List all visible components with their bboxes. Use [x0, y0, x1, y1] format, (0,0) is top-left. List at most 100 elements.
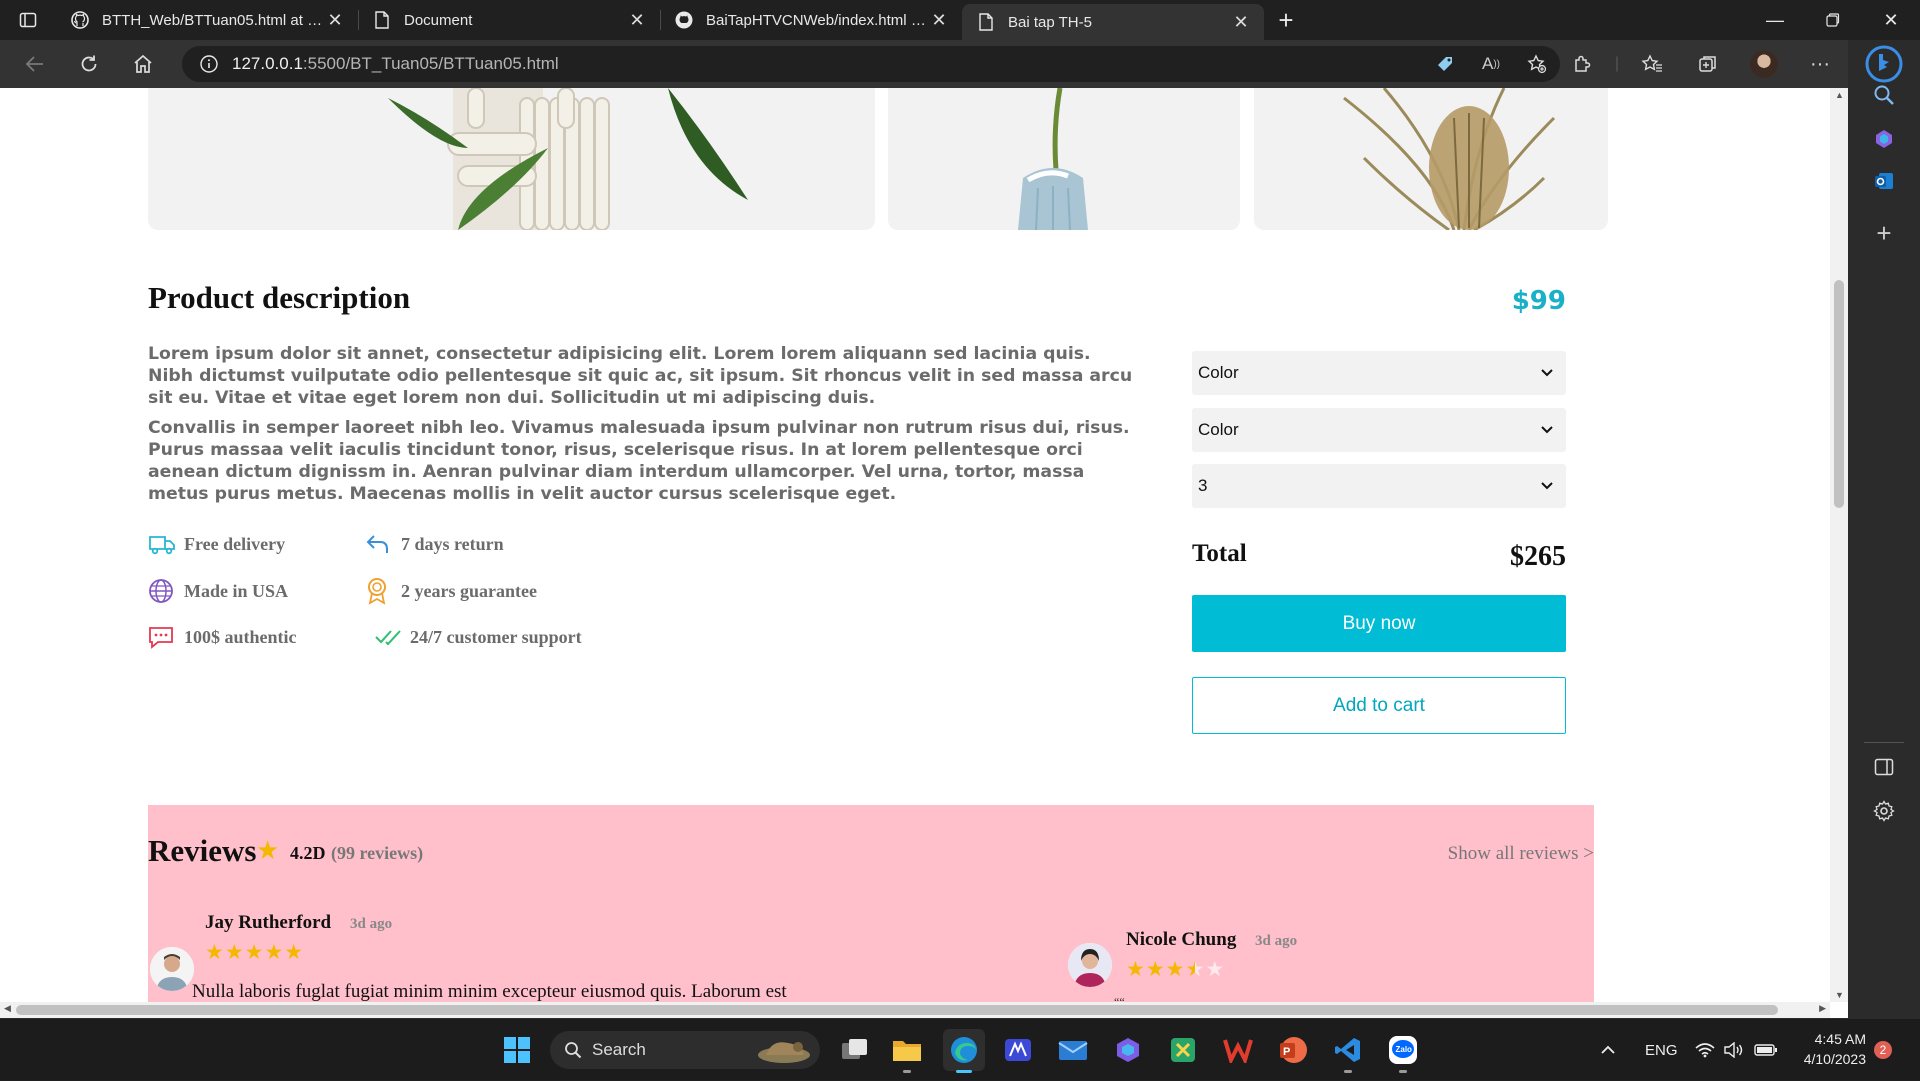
product-image-large[interactable] [148, 88, 875, 230]
tab-title: BTTH_Web/BTTuan05.html at main [102, 11, 324, 29]
feature-free-delivery: Free delivery [148, 530, 285, 558]
home-icon[interactable] [116, 40, 170, 88]
reviews-section: Reviews ★ 4.2D (99 reviews) Show all rev… [148, 805, 1594, 1018]
vertical-scrollbar[interactable]: ▲ ▼ [1830, 88, 1848, 1002]
svg-text:Zalo: Zalo [1396, 1045, 1413, 1054]
window-controls: — ✕ [1746, 0, 1920, 40]
page-icon [976, 12, 996, 32]
review-time: 3d ago [350, 916, 393, 932]
edge-browser-icon[interactable] [943, 1029, 985, 1073]
tab-actions-icon[interactable] [0, 0, 56, 40]
copilot-taskbar-icon[interactable] [1107, 1029, 1149, 1071]
scrollbar-thumb[interactable] [1834, 280, 1844, 508]
file-explorer-icon[interactable] [886, 1029, 928, 1073]
browser-tab-1[interactable]: BTTH_Web/BTTuan05.html at main ✕ [56, 0, 358, 40]
restore-icon[interactable] [1804, 0, 1862, 40]
search-icon [564, 1041, 582, 1059]
star-icon: ★ [256, 835, 280, 865]
tab-title: Document [404, 11, 473, 29]
read-aloud-icon[interactable]: A)) [1468, 54, 1514, 74]
zalo-icon[interactable]: Zalo [1382, 1029, 1424, 1073]
quantity-select[interactable]: 3 [1192, 464, 1566, 508]
battery-icon[interactable] [1754, 1019, 1778, 1081]
color-select-2[interactable]: Color [1192, 408, 1566, 452]
mail-icon[interactable] [1052, 1029, 1094, 1071]
collections-icon[interactable] [1680, 54, 1736, 74]
volume-icon[interactable] [1724, 1019, 1744, 1081]
close-tab-icon[interactable]: ✕ [928, 10, 950, 31]
back-icon[interactable] [8, 40, 62, 88]
browser-tab-2[interactable]: Document ✕ [358, 0, 660, 40]
shopping-tag-icon[interactable] [1422, 54, 1468, 74]
browser-toolbar: 127.0.0.1:5500/BT_Tuan05/BTTuan05.html A… [0, 40, 1920, 88]
snipping-tool-icon[interactable] [1162, 1029, 1204, 1071]
windows-start-icon[interactable] [496, 1029, 538, 1071]
feature-label: Free delivery [184, 533, 286, 554]
feature-made-in-usa: Made in USA [148, 577, 288, 605]
close-tab-icon[interactable]: ✕ [626, 10, 648, 31]
search-icon[interactable] [1848, 84, 1920, 106]
browser-tab-3[interactable]: BaiTapHTVCNWeb/index.html at main ✕ [660, 0, 962, 40]
minimize-icon[interactable]: — [1746, 0, 1804, 40]
refresh-icon[interactable] [62, 40, 116, 88]
notification-badge[interactable]: 2 [1874, 1041, 1892, 1059]
close-tab-icon[interactable]: ✕ [1230, 12, 1252, 33]
reviews-rating: 4.2D [290, 843, 326, 863]
close-window-icon[interactable]: ✕ [1862, 0, 1920, 40]
globe-icon [148, 577, 178, 605]
wifi-icon[interactable] [1695, 1019, 1715, 1081]
outlook-icon[interactable] [1848, 170, 1920, 192]
total-label: Total [1192, 540, 1247, 567]
chevron-down-icon [1540, 363, 1554, 383]
tab-title: Bai tap TH-5 [1008, 13, 1092, 31]
scroll-right-icon[interactable]: ▶ [1819, 1003, 1826, 1014]
tab-title: BaiTapHTVCNWeb/index.html at main [706, 11, 928, 29]
scrollbar-thumb[interactable] [16, 1005, 1778, 1015]
review-time: 3d ago [1255, 933, 1298, 949]
app-icon-blue[interactable] [997, 1029, 1039, 1071]
add-to-cart-button[interactable]: Add to cart [1192, 677, 1566, 734]
scroll-down-icon[interactable]: ▼ [1835, 990, 1844, 1000]
add-sidebar-app-icon[interactable]: + [1848, 218, 1920, 249]
feature-label: 7 days return [401, 533, 504, 554]
buy-now-button[interactable]: Buy now [1192, 595, 1566, 652]
url-host: 127.0.0.1 [232, 54, 303, 73]
language-indicator[interactable]: ENG [1645, 1019, 1678, 1081]
split-screen-icon[interactable] [1848, 758, 1920, 776]
show-all-reviews-link[interactable]: Show all reviews > [1448, 843, 1594, 865]
system-clock[interactable]: 4:45 AM 4/10/2023 [1792, 1029, 1866, 1069]
new-tab-button[interactable]: + [1264, 0, 1308, 40]
horizontal-scrollbar[interactable]: ◀ ▶ [0, 1002, 1830, 1018]
close-tab-icon[interactable]: ✕ [324, 10, 346, 31]
powerpoint-icon[interactable]: P [1272, 1029, 1314, 1071]
product-image-dried-flowers[interactable] [1254, 88, 1608, 230]
copilot-icon[interactable] [1848, 128, 1920, 150]
extensions-icon[interactable] [1554, 54, 1610, 74]
site-info-icon[interactable] [200, 55, 218, 73]
browser-tab-4[interactable]: Bai tap TH-5 ✕ [962, 4, 1264, 40]
feature-label: 2 years guarantee [401, 580, 537, 601]
profile-avatar[interactable] [1736, 50, 1792, 78]
feature-label: 100$ authentic [184, 626, 297, 647]
product-price: $99 [1511, 286, 1566, 316]
favorites-icon[interactable] [1624, 54, 1680, 74]
taskbar-search[interactable]: Search [550, 1031, 820, 1069]
avatar [1068, 943, 1112, 987]
task-view-icon[interactable] [834, 1029, 876, 1071]
product-image-vase[interactable] [888, 88, 1240, 230]
scroll-up-icon[interactable]: ▲ [1835, 90, 1844, 100]
rating-stars: ★★★★★ [205, 941, 305, 964]
reviews-count: (99 reviews) [331, 843, 424, 863]
color-select-1[interactable]: Color [1192, 351, 1566, 395]
bing-copilot-icon[interactable] [1848, 44, 1920, 84]
settings-gear-icon[interactable] [1848, 800, 1920, 822]
wps-office-icon[interactable] [1217, 1029, 1259, 1071]
vscode-icon[interactable] [1327, 1029, 1369, 1073]
reviews-title: Reviews [148, 833, 257, 868]
show-hidden-icons[interactable] [1600, 1019, 1616, 1081]
scroll-left-icon[interactable]: ◀ [4, 1003, 11, 1014]
more-options-icon[interactable]: ··· [1792, 53, 1848, 76]
address-bar[interactable]: 127.0.0.1:5500/BT_Tuan05/BTTuan05.html A… [182, 46, 1560, 82]
search-label: Search [592, 1040, 646, 1059]
description-paragraph-1: Lorem ipsum dolor sit annet, consectetur… [148, 344, 1133, 408]
